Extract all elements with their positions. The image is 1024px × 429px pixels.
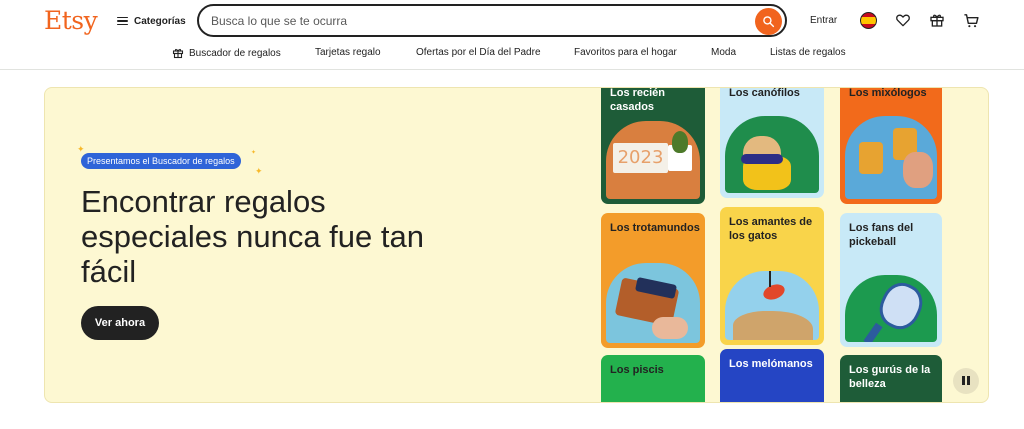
- card-label: Los gurús de la belleza: [849, 364, 931, 390]
- subnav-item-fashion[interactable]: Moda: [711, 47, 736, 58]
- cart-button[interactable]: [961, 10, 981, 30]
- card-label: Los amantes de los gatos: [729, 216, 813, 242]
- sparkle-icon: ✦: [255, 166, 263, 176]
- gift-card-newlyweds[interactable]: Los recién casados 2023: [601, 87, 705, 204]
- subnav-item-label: Listas de regalos: [770, 47, 846, 58]
- search-bar: [197, 4, 787, 37]
- sub-navigation: Buscador de regalos Tarjetas regalo Ofer…: [0, 42, 1024, 70]
- menu-icon: [117, 16, 128, 26]
- card-label: Los trotamundos: [610, 222, 700, 234]
- gift-card-beauty-gurus[interactable]: Los gurús de la belleza: [840, 355, 942, 402]
- card-image: [725, 116, 819, 193]
- card-image: 2023: [606, 121, 700, 199]
- heart-icon: [896, 14, 910, 27]
- categories-label: Categorías: [134, 15, 186, 27]
- subnav-item-label: Buscador de regalos: [189, 47, 281, 59]
- card-label: Los mixólogos: [849, 87, 927, 99]
- subnav-item-home-favorites[interactable]: Favoritos para el hogar: [574, 47, 677, 58]
- gift-card-pickleball-fans[interactable]: Los fans del pickeball: [840, 213, 942, 347]
- card-image: [606, 263, 700, 343]
- gift-finder-badge: Presentamos el Buscador de regalos: [81, 153, 241, 169]
- card-label: Los canófilos: [729, 87, 800, 99]
- subnav-item-label: Tarjetas regalo: [315, 47, 381, 58]
- card-image-text: 2023: [613, 143, 668, 173]
- spain-flag-icon: [859, 11, 877, 29]
- subnav-item-fathers-day[interactable]: Ofertas por el Día del Padre: [416, 47, 541, 58]
- gift-card-dog-lovers[interactable]: Los canófilos: [720, 87, 824, 198]
- subnav-item-label: Ofertas por el Día del Padre: [416, 47, 541, 58]
- card-image: [845, 116, 937, 199]
- subnav-item-label: Favoritos para el hogar: [574, 47, 677, 58]
- hero-banner: ✦ Presentamos el Buscador de regalos ✦ ✦…: [44, 87, 989, 403]
- hero-headline: Encontrar regalos especiales nunca fue t…: [81, 184, 424, 289]
- carousel-pause-button[interactable]: [953, 368, 979, 394]
- view-now-button[interactable]: Ver ahora: [81, 306, 159, 340]
- favorites-button[interactable]: [893, 10, 913, 30]
- card-image: [725, 271, 819, 340]
- gift-card-travelers[interactable]: Los trotamundos: [601, 213, 705, 348]
- card-label: Los melómanos: [729, 358, 813, 370]
- sparkle-icon: ✦: [77, 144, 85, 154]
- card-label: Los fans del pickeball: [849, 222, 914, 248]
- gift-card-cat-lovers[interactable]: Los amantes de los gatos: [720, 207, 824, 345]
- cart-icon: [963, 13, 979, 27]
- etsy-logo[interactable]: Etsy: [44, 6, 98, 35]
- gift-card-pisces[interactable]: Los piscis: [601, 355, 705, 402]
- card-image: [845, 275, 937, 342]
- subnav-item-gift-cards[interactable]: Tarjetas regalo: [315, 47, 381, 58]
- header: Etsy Categorías Entrar: [0, 0, 1024, 42]
- language-flag-button[interactable]: [858, 10, 878, 30]
- gift-icon: [172, 48, 184, 59]
- signin-link[interactable]: Entrar: [810, 15, 837, 26]
- gift-icon: [930, 14, 944, 27]
- gift-card-mixologists[interactable]: Los mixólogos: [840, 87, 942, 204]
- gifts-button[interactable]: [927, 10, 947, 30]
- search-icon: [763, 16, 775, 28]
- subnav-item-registry[interactable]: Listas de regalos: [770, 47, 846, 58]
- categories-button[interactable]: Categorías: [117, 10, 186, 32]
- card-label: Los recién casados: [610, 87, 666, 113]
- pause-icon: [961, 372, 971, 390]
- gift-card-music-lovers[interactable]: Los melómanos: [720, 349, 824, 402]
- search-input[interactable]: [199, 13, 739, 28]
- search-button[interactable]: [755, 8, 782, 35]
- subnav-item-label: Moda: [711, 47, 737, 58]
- card-label: Los piscis: [610, 364, 664, 376]
- sparkle-icon: ✦: [251, 150, 257, 156]
- subnav-item-gift-finder[interactable]: Buscador de regalos: [172, 47, 281, 59]
